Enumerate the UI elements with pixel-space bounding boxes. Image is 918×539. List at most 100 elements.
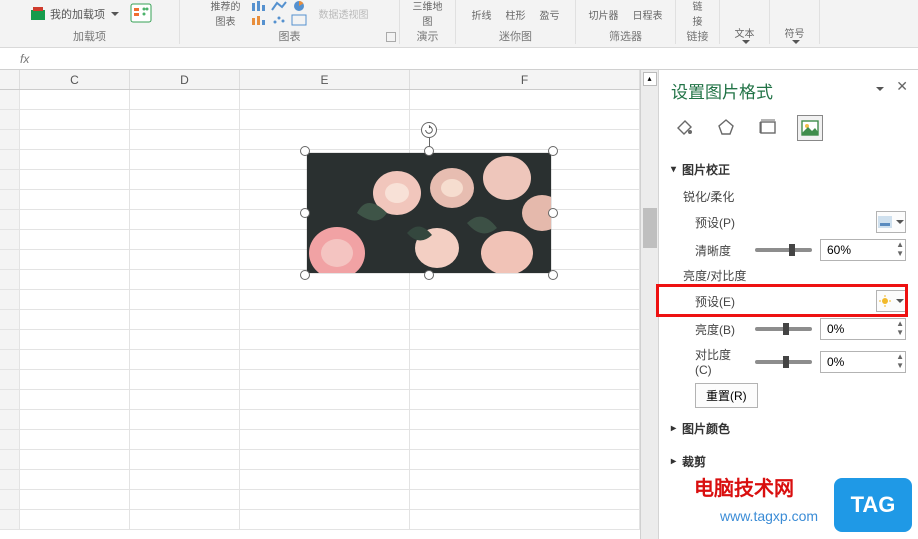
table-row[interactable] (0, 90, 640, 110)
chevron-down-icon (742, 40, 750, 44)
col-header[interactable]: E (240, 70, 410, 89)
table-row[interactable] (0, 310, 640, 330)
selected-image[interactable] (306, 152, 552, 274)
table-row[interactable] (0, 390, 640, 410)
timeline-button[interactable]: 日程表 (629, 7, 667, 22)
tab-effects[interactable] (713, 115, 739, 141)
subsection-sharpen: 锐化/柔化 (683, 188, 906, 205)
tab-picture[interactable] (797, 115, 823, 141)
col-header[interactable]: F (410, 70, 640, 89)
textbox-button[interactable]: 文本 (731, 25, 759, 44)
spinner-buttons[interactable]: ▲▼ (896, 319, 904, 337)
sharpness-label: 清晰度 (695, 242, 747, 259)
reset-button[interactable]: 重置(R) (695, 383, 758, 408)
section-title-color: 图片颜色 (682, 420, 730, 437)
chevron-down-icon (111, 12, 119, 16)
resize-handle-sw[interactable] (300, 270, 310, 280)
resize-handle-nw[interactable] (300, 146, 310, 156)
spinner-buttons[interactable]: ▲▼ (896, 352, 904, 370)
table-row[interactable] (0, 430, 640, 450)
brightness-slider[interactable] (755, 327, 812, 331)
size-icon (759, 118, 777, 136)
preset-thumbnail-icon (878, 216, 892, 228)
table-row[interactable] (0, 370, 640, 390)
ribbon-group-demo: 演示 (417, 28, 439, 44)
table-row[interactable] (0, 450, 640, 470)
my-addins-label: 我的加载项 (50, 6, 105, 22)
scrollbar-thumb[interactable] (643, 208, 657, 248)
table-row[interactable] (0, 470, 640, 490)
chart-gallery[interactable] (251, 0, 309, 26)
ribbon-group-filters: 筛选器 (609, 28, 642, 44)
tag-label: TAG (851, 492, 896, 518)
col-header[interactable]: D (130, 70, 240, 89)
rotate-handle[interactable] (421, 122, 437, 138)
table-row[interactable] (0, 410, 640, 430)
ribbon-group-charts: 图表 (279, 28, 301, 44)
sharpness-input[interactable] (820, 239, 906, 261)
chevron-down-icon (896, 220, 904, 224)
table-row[interactable] (0, 490, 640, 510)
resize-handle-w[interactable] (300, 208, 310, 218)
my-addins-button[interactable]: 我的加载项 (26, 6, 123, 22)
tab-size[interactable] (755, 115, 781, 141)
tab-fill-line[interactable] (671, 115, 697, 141)
symbol-button[interactable]: 符号 (781, 25, 809, 44)
ribbon: 我的加载项 加载项 推荐的 图表 数据透视图 图表 (0, 0, 918, 48)
resize-handle-se[interactable] (548, 270, 558, 280)
sparkline-line-button[interactable]: 折线 (468, 7, 496, 22)
resize-handle-n[interactable] (424, 146, 434, 156)
section-header-crop[interactable]: ▸ 裁剪 (671, 449, 906, 474)
3d-map-button[interactable]: 三维地 图 (409, 0, 447, 28)
sparkline-column-button[interactable]: 柱形 (502, 7, 530, 22)
brightness-input[interactable] (820, 318, 906, 340)
people-graph-icon[interactable] (129, 2, 153, 26)
annotation-highlight (656, 284, 908, 317)
col-header[interactable] (0, 70, 20, 89)
subsection-brightness-contrast: 亮度/对比度 (683, 267, 906, 284)
link-button[interactable]: 链 接 (689, 0, 707, 28)
dialog-launcher-icon[interactable] (386, 32, 396, 42)
rec-charts-l1: 推荐的 (211, 0, 241, 13)
resize-handle-e[interactable] (548, 208, 558, 218)
section-title-crop: 裁剪 (682, 453, 706, 470)
slicer-button[interactable]: 切片器 (585, 7, 623, 22)
watermark-url: www.tagxp.com (720, 508, 818, 524)
table-row[interactable] (0, 290, 640, 310)
table-row[interactable] (0, 130, 640, 150)
pane-title: 设置图片格式 (671, 78, 906, 103)
fx-label: fx (20, 52, 29, 66)
resize-handle-ne[interactable] (548, 146, 558, 156)
formula-bar[interactable]: fx (0, 48, 918, 70)
contrast-slider[interactable] (755, 360, 812, 364)
map-l1: 三维地 (413, 0, 443, 13)
pivotchart-button[interactable]: 数据透视图 (315, 6, 373, 21)
picture-icon (801, 119, 819, 137)
close-icon[interactable]: ✕ (896, 78, 908, 95)
spinner-buttons[interactable]: ▲▼ (896, 240, 904, 258)
resize-handle-s[interactable] (424, 270, 434, 280)
contrast-input[interactable] (820, 351, 906, 373)
pane-options-button[interactable] (874, 80, 884, 94)
tag-badge: TAG (834, 478, 912, 532)
sparkline-winloss-button[interactable]: 盈亏 (536, 7, 564, 22)
table-row[interactable] (0, 350, 640, 370)
section-header-color[interactable]: ▸ 图片颜色 (671, 416, 906, 441)
chevron-down-icon: ▾ (671, 164, 676, 175)
section-header-correction[interactable]: ▾ 图片校正 (671, 157, 906, 182)
table-row[interactable] (0, 330, 640, 350)
pane-tabs (671, 115, 906, 141)
contrast-label: 对比度(C) (695, 346, 747, 377)
col-header[interactable]: C (20, 70, 130, 89)
worksheet-grid[interactable]: C D E F (0, 70, 640, 539)
pivotchart-label: 数据透视图 (319, 6, 369, 21)
table-row[interactable] (0, 510, 640, 530)
table-row[interactable] (0, 110, 640, 130)
chevron-right-icon: ▸ (671, 456, 676, 467)
sharpness-slider[interactable] (755, 248, 812, 252)
ribbon-group-addins: 加载项 (73, 28, 106, 44)
recommended-charts-button[interactable]: 推荐的 图表 (207, 0, 245, 28)
store-icon (30, 6, 46, 22)
scroll-up-button[interactable]: ▴ (643, 72, 657, 86)
preset-picker[interactable] (876, 211, 906, 233)
